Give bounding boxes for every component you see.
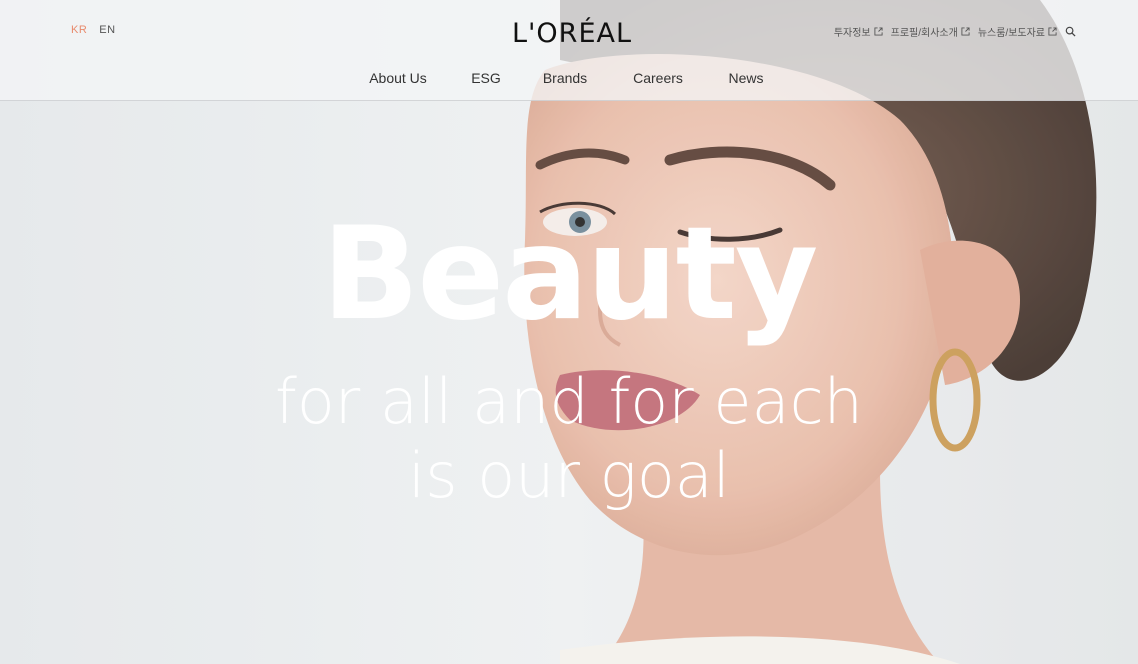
- utility-link-newsroom[interactable]: 뉴스룸/보도자료: [978, 24, 1057, 39]
- external-link-icon: [874, 27, 883, 36]
- nav-news[interactable]: News: [709, 70, 783, 86]
- hero-subtitle-line-2: is our goal: [407, 439, 731, 512]
- hero-subtitle-line-1: for all and for each: [275, 365, 863, 438]
- utility-link-profile[interactable]: 프로필/회사소개: [891, 24, 970, 39]
- language-en[interactable]: EN: [99, 24, 115, 36]
- utility-link-label: 프로필/회사소개: [890, 28, 958, 39]
- search-icon[interactable]: [1065, 26, 1076, 37]
- hero-title: Beauty: [321, 200, 819, 349]
- site-header: KR EN L'ORÉAL 투자정보 프로필/회사소개 뉴스룸/보도자료 Abo…: [0, 0, 1138, 101]
- utility-link-label: 뉴스룸/보도자료: [977, 28, 1045, 39]
- nav-about-us[interactable]: About Us: [347, 70, 449, 86]
- language-switcher: KR EN: [71, 24, 116, 36]
- utility-links: 투자정보 프로필/회사소개 뉴스룸/보도자료: [834, 24, 1076, 39]
- nav-careers[interactable]: Careers: [607, 70, 709, 86]
- main-nav: About Us ESG Brands Careers News: [0, 70, 1138, 86]
- utility-link-investors[interactable]: 투자정보: [834, 24, 883, 39]
- loreal-logo[interactable]: L'ORÉAL: [492, 18, 652, 49]
- hero-subtitle: for all and for each is our goal: [0, 365, 1138, 513]
- nav-brands[interactable]: Brands: [523, 70, 607, 86]
- utility-link-label: 투자정보: [833, 28, 871, 39]
- nav-esg[interactable]: ESG: [449, 70, 523, 86]
- language-kr[interactable]: KR: [71, 24, 87, 36]
- page: KR EN L'ORÉAL 투자정보 프로필/회사소개 뉴스룸/보도자료 Abo…: [0, 0, 1138, 664]
- external-link-icon: [961, 27, 970, 36]
- external-link-icon: [1048, 27, 1057, 36]
